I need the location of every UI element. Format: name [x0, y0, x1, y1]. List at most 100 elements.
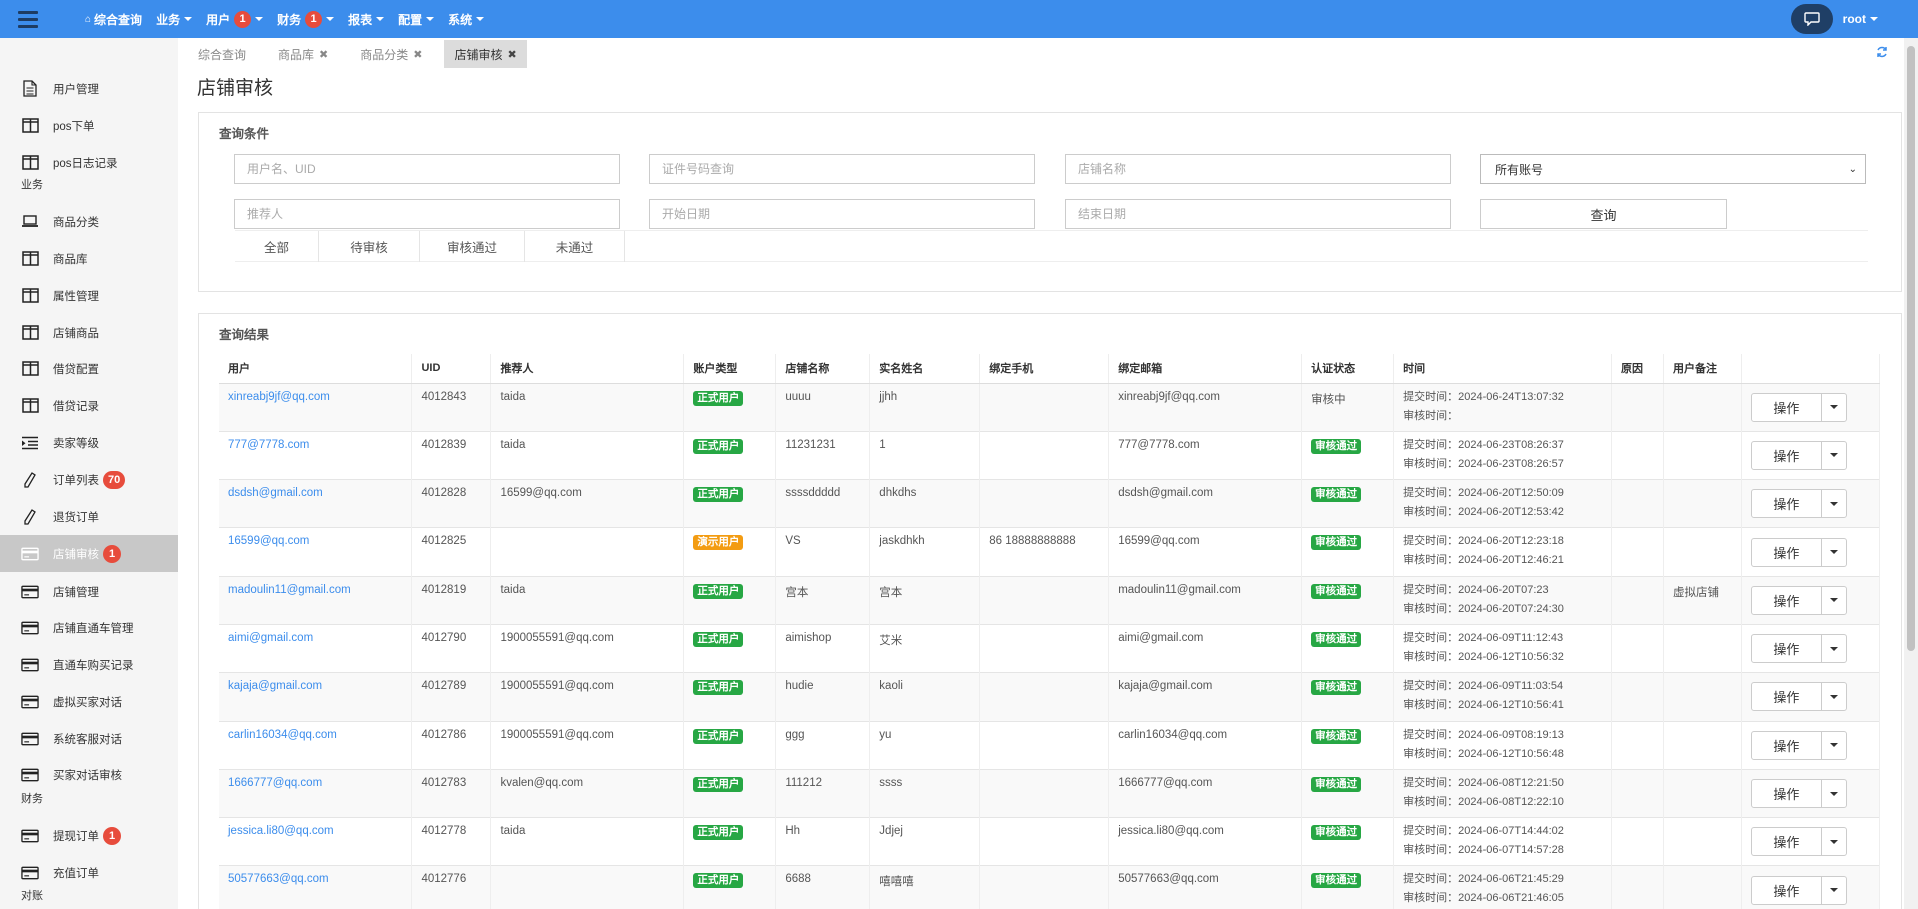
- query-button[interactable]: 查询: [1480, 199, 1727, 229]
- action-button[interactable]: 操作: [1752, 441, 1822, 469]
- sidebar-item[interactable]: 系统客服对话: [0, 720, 178, 757]
- table-cell: 4012825: [411, 527, 492, 577]
- user-link[interactable]: xinreabj9jf@qq.com: [228, 391, 330, 403]
- action-dropdown-toggle[interactable]: [1822, 877, 1846, 904]
- sidebar-item[interactable]: 买家对话审核: [0, 756, 178, 793]
- sidebar-item[interactable]: 充值订单: [0, 854, 178, 891]
- user-link[interactable]: kajaja@gmail.com: [228, 680, 322, 692]
- real-name: 1: [879, 438, 886, 451]
- action-dropdown-toggle[interactable]: [1822, 683, 1846, 710]
- filter-tab[interactable]: 未通过: [525, 231, 625, 262]
- topnav-item[interactable]: 系统: [441, 0, 491, 38]
- user-link[interactable]: madoulin11@gmail.com: [228, 584, 351, 596]
- user-link[interactable]: 50577663@qq.com: [228, 873, 329, 885]
- action-dropdown-toggle[interactable]: [1822, 394, 1846, 421]
- shop-name-input[interactable]: [1065, 154, 1451, 184]
- sidebar-item[interactable]: 直通车购买记录: [0, 646, 178, 683]
- real-name: ssss: [879, 776, 903, 789]
- action-button[interactable]: 操作: [1752, 586, 1822, 614]
- sidebar-item[interactable]: 商品库: [0, 240, 178, 277]
- action-dropdown-toggle[interactable]: [1822, 442, 1846, 469]
- topnav-item[interactable]: 用户 1: [199, 0, 270, 38]
- close-icon[interactable]: ✖: [413, 48, 422, 61]
- sidebar-item[interactable]: pos下单: [0, 107, 178, 144]
- user-link[interactable]: dsdsh@gmail.com: [228, 487, 323, 499]
- page-tab[interactable]: 综合查询: [188, 40, 256, 68]
- refresh-icon[interactable]: [1876, 46, 1888, 61]
- sidebar-section-heading: 业务: [21, 179, 43, 191]
- page-tab[interactable]: 店铺审核 ✖: [444, 40, 527, 68]
- action-button[interactable]: 操作: [1752, 490, 1822, 518]
- user-link[interactable]: 16599@qq.com: [228, 535, 309, 547]
- sidebar-item[interactable]: 退货订单: [0, 498, 178, 535]
- sidebar-item[interactable]: 店铺审核 1: [0, 535, 178, 572]
- sidebar-item[interactable]: 卖家等级: [0, 424, 178, 461]
- shop-name: hudie: [785, 680, 814, 693]
- table-cell: jaskdhkh: [869, 527, 981, 577]
- topnav-item[interactable]: 报表: [341, 0, 391, 38]
- sidebar: 用户管理 pos下单 pos日志记录 商品分类 商品库 属性管理 店铺商品 借贷配置 借贷记录卖…: [0, 38, 178, 909]
- action-button[interactable]: 操作: [1752, 780, 1822, 808]
- table-cell: 4012789: [411, 672, 492, 722]
- action-button[interactable]: 操作: [1752, 393, 1822, 421]
- action-button[interactable]: 操作: [1752, 538, 1822, 566]
- page-scrollbar[interactable]: [1904, 38, 1918, 909]
- topnav-item[interactable]: 业务: [149, 0, 199, 38]
- id-number-input[interactable]: [649, 154, 1035, 184]
- user-link[interactable]: jessica.li80@qq.com: [228, 825, 334, 837]
- user-link[interactable]: 777@7778.com: [228, 439, 309, 451]
- user-link[interactable]: 1666777@qq.com: [228, 777, 322, 789]
- menu-toggle-icon[interactable]: [0, 0, 56, 38]
- topnav-item[interactable]: 配置: [391, 0, 441, 38]
- action-button[interactable]: 操作: [1752, 683, 1822, 711]
- user-menu[interactable]: root: [1843, 12, 1878, 26]
- action-button[interactable]: 操作: [1752, 635, 1822, 663]
- action-dropdown-toggle[interactable]: [1822, 539, 1846, 566]
- user-search-input[interactable]: [234, 154, 620, 184]
- sidebar-item[interactable]: 虚拟买家对话: [0, 683, 178, 720]
- scrollbar-thumb[interactable]: [1907, 46, 1915, 651]
- table-cell: kaoli: [869, 672, 981, 722]
- account-select[interactable]: 所有账号 ⌄: [1480, 154, 1866, 184]
- action-dropdown-toggle[interactable]: [1822, 780, 1846, 807]
- sidebar-item[interactable]: 借贷配置: [0, 350, 178, 387]
- start-date-input[interactable]: [649, 199, 1035, 229]
- close-icon[interactable]: ✖: [319, 48, 328, 61]
- sidebar-item[interactable]: 店铺管理: [0, 573, 178, 610]
- sidebar-item[interactable]: 商品分类: [0, 203, 178, 240]
- user-link[interactable]: carlin16034@qq.com: [228, 729, 337, 741]
- page-tab[interactable]: 商品库 ✖: [268, 40, 338, 68]
- sidebar-item[interactable]: 提现订单 1: [0, 817, 178, 854]
- filter-tab[interactable]: 全部: [235, 231, 319, 262]
- action-dropdown-toggle[interactable]: [1822, 828, 1846, 855]
- table-row: carlin16034@qq.com 4012786 1900055591@qq.c…: [219, 720, 1881, 770]
- sidebar-item[interactable]: 订单列表 70: [0, 461, 178, 498]
- action-dropdown-toggle[interactable]: [1822, 587, 1846, 614]
- filter-tab[interactable]: 待审核: [319, 231, 420, 262]
- sidebar-item[interactable]: 用户管理: [0, 70, 178, 107]
- chevron-down-icon: ⌄: [1848, 164, 1857, 175]
- status-badge: 审核通过: [1311, 631, 1362, 647]
- sidebar-item[interactable]: 店铺直通车管理: [0, 609, 178, 646]
- chat-button[interactable]: [1790, 4, 1833, 34]
- topnav-item[interactable]: 财务 1: [270, 0, 341, 38]
- sidebar-item-label: 提现订单: [53, 830, 99, 843]
- action-button[interactable]: 操作: [1752, 731, 1822, 759]
- topnav-item[interactable]: ⌂ 综合查询: [78, 0, 149, 38]
- table-cell: 正式用户: [683, 768, 777, 818]
- action-button[interactable]: 操作: [1752, 876, 1822, 904]
- sidebar-item[interactable]: 借贷记录: [0, 387, 178, 424]
- user-link[interactable]: aimi@gmail.com: [228, 632, 313, 644]
- end-date-input[interactable]: [1065, 199, 1451, 229]
- action-button[interactable]: 操作: [1752, 828, 1822, 856]
- page-tab[interactable]: 商品分类 ✖: [350, 40, 432, 68]
- sidebar-item[interactable]: 属性管理: [0, 277, 178, 314]
- close-icon[interactable]: ✖: [508, 48, 517, 61]
- filter-tab[interactable]: 审核通过: [420, 231, 525, 262]
- action-dropdown-toggle[interactable]: [1822, 732, 1846, 759]
- action-dropdown-toggle[interactable]: [1822, 490, 1846, 517]
- sidebar-item-label: 店铺商品: [53, 327, 99, 340]
- sidebar-item[interactable]: 店铺商品: [0, 314, 178, 351]
- referrer-input[interactable]: [234, 199, 620, 229]
- action-dropdown-toggle[interactable]: [1822, 635, 1846, 662]
